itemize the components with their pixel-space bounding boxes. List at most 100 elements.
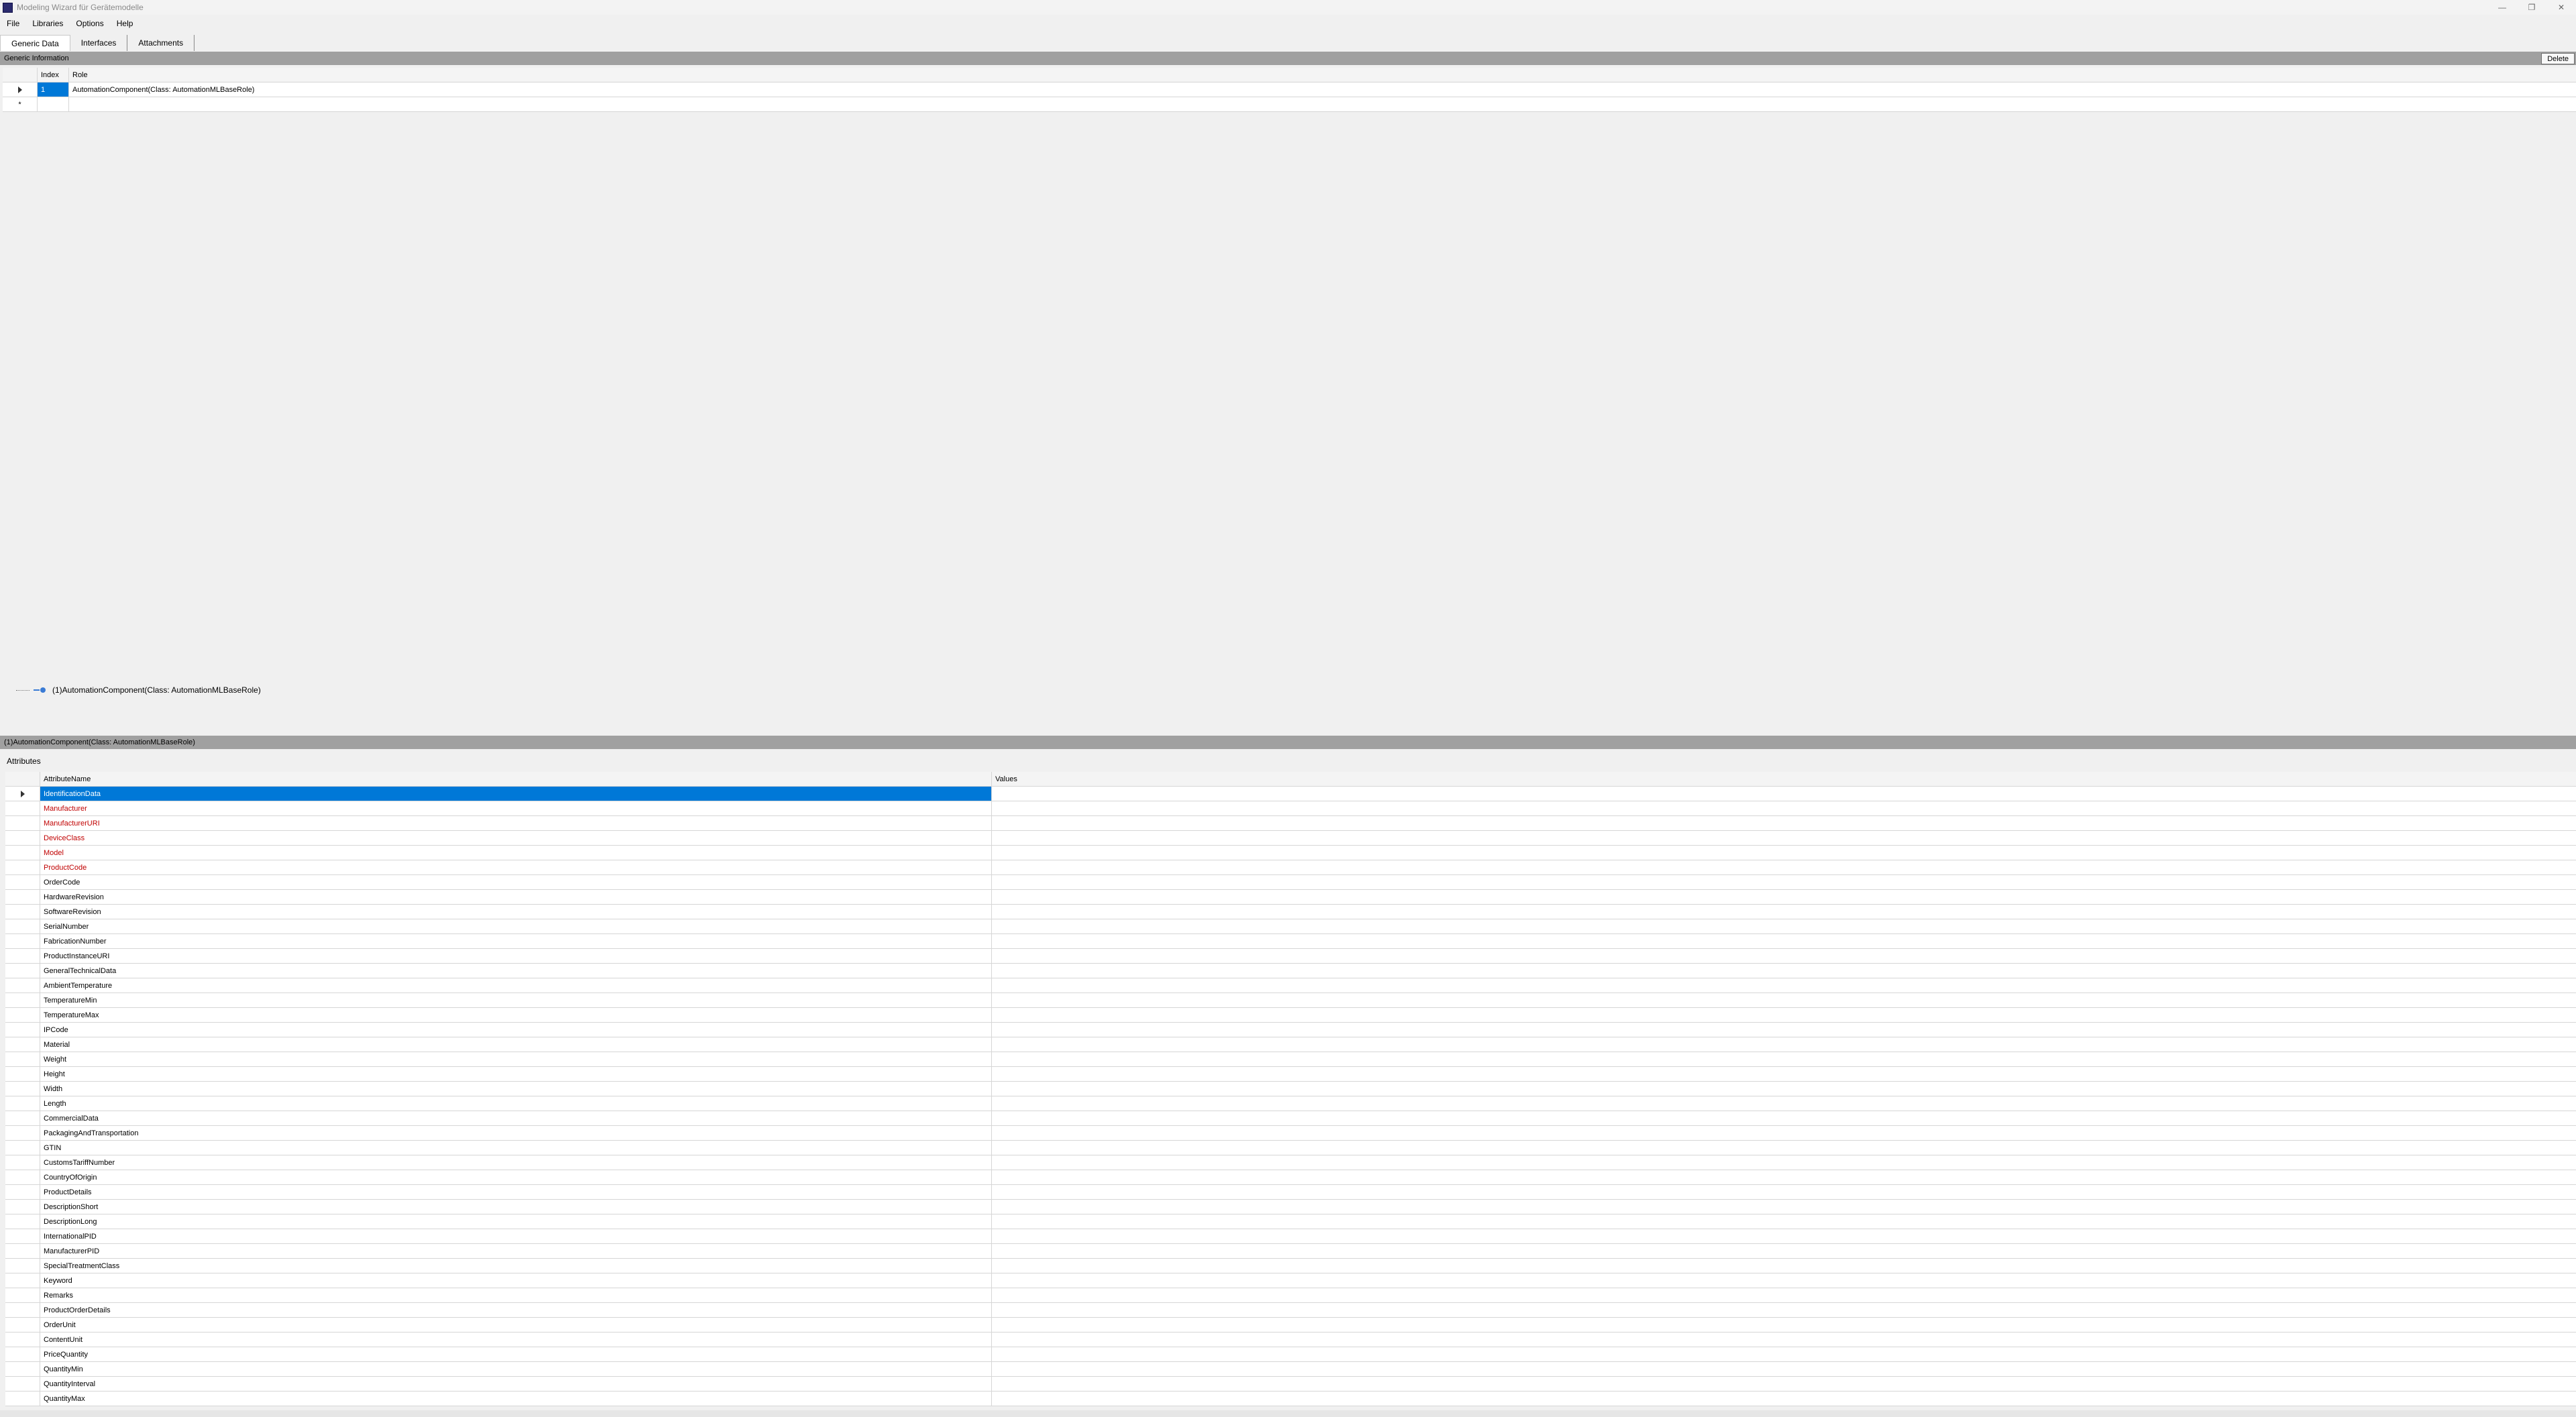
table-row[interactable]: ProductInstanceURI [5,949,2576,964]
table-row[interactable]: Keyword [5,1273,2576,1288]
row-selector[interactable] [5,890,40,904]
index-cell-empty[interactable] [38,97,69,111]
table-row[interactable]: OrderUnit [5,1318,2576,1333]
row-selector[interactable] [5,801,40,815]
table-row[interactable]: Weight [5,1052,2576,1067]
menu-options[interactable]: Options [69,19,109,28]
attribute-value-cell[interactable] [992,1318,2576,1332]
attribute-name-cell[interactable]: Manufacturer [40,801,992,815]
attribute-name-cell[interactable]: QuantityMax [40,1392,992,1406]
attribute-name-cell[interactable]: ProductCode [40,860,992,874]
attribute-name-cell[interactable]: CommercialData [40,1111,992,1125]
row-selector[interactable] [5,934,40,948]
table-row[interactable]: Remarks [5,1288,2576,1303]
attribute-name-cell[interactable]: PriceQuantity [40,1347,992,1361]
row-selector[interactable] [5,1185,40,1199]
attribute-name-cell[interactable]: DeviceClass [40,831,992,845]
row-selector[interactable] [5,860,40,874]
attribute-value-cell[interactable] [992,1362,2576,1376]
table-row[interactable]: ManufacturerURI [5,816,2576,831]
row-selector[interactable] [5,787,40,801]
row-selector[interactable] [5,1244,40,1258]
attribute-name-cell[interactable]: Length [40,1096,992,1111]
attribute-value-cell[interactable] [992,1067,2576,1081]
attribute-value-cell[interactable] [992,1333,2576,1347]
attribute-name-cell[interactable]: CustomsTariffNumber [40,1155,992,1170]
role-cell-empty[interactable] [69,97,2576,111]
attribute-name-cell[interactable]: AmbientTemperature [40,978,992,993]
attribute-name-cell[interactable]: SerialNumber [40,919,992,933]
attribute-value-cell[interactable] [992,1273,2576,1288]
attribute-value-cell[interactable] [992,1229,2576,1243]
row-selector[interactable] [5,1259,40,1273]
row-selector[interactable] [5,1023,40,1037]
table-row[interactable]: TemperatureMax [5,1008,2576,1023]
row-selector[interactable] [5,919,40,933]
row-selector[interactable] [5,1037,40,1052]
row-selector[interactable] [5,993,40,1007]
row-selector[interactable] [5,1067,40,1081]
attribute-value-cell[interactable] [992,1392,2576,1406]
attribute-value-cell[interactable] [992,831,2576,845]
attribute-value-cell[interactable] [992,1244,2576,1258]
row-selector[interactable] [5,1318,40,1332]
table-row[interactable]: PackagingAndTransportation [5,1126,2576,1141]
attribute-value-cell[interactable] [992,1155,2576,1170]
index-cell[interactable]: 1 [38,82,69,97]
row-selector[interactable] [5,816,40,830]
attribute-name-cell[interactable]: ProductDetails [40,1185,992,1199]
table-row[interactable]: DescriptionLong [5,1214,2576,1229]
row-selector[interactable] [5,1288,40,1302]
table-row[interactable]: IdentificationData [5,787,2576,801]
table-row[interactable]: GeneralTechnicalData [5,964,2576,978]
attribute-value-cell[interactable] [992,1214,2576,1229]
table-row[interactable]: ProductOrderDetails [5,1303,2576,1318]
row-selector[interactable] [3,82,38,97]
table-row[interactable]: Width [5,1082,2576,1096]
row-selector[interactable] [5,905,40,919]
attribute-value-cell[interactable] [992,1170,2576,1184]
attribute-name-cell[interactable]: ManufacturerPID [40,1244,992,1258]
tab-attachments[interactable]: Attachments [127,35,195,51]
attribute-name-cell[interactable]: CountryOfOrigin [40,1170,992,1184]
attribute-value-cell[interactable] [992,1111,2576,1125]
attribute-name-cell[interactable]: ContentUnit [40,1333,992,1347]
restore-icon[interactable]: ❐ [2517,0,2546,15]
attribute-value-cell[interactable] [992,1141,2576,1155]
row-selector[interactable] [5,1170,40,1184]
attribute-value-cell[interactable] [992,787,2576,801]
attribute-value-cell[interactable] [992,875,2576,889]
column-header-role[interactable]: Role [69,68,2576,82]
close-icon[interactable]: ✕ [2546,0,2576,15]
attribute-value-cell[interactable] [992,1126,2576,1140]
attribute-value-cell[interactable] [992,1023,2576,1037]
attribute-value-cell[interactable] [992,1288,2576,1302]
row-selector[interactable] [5,831,40,845]
attribute-value-cell[interactable] [992,1008,2576,1022]
attribute-name-cell[interactable]: IdentificationData [40,787,992,801]
table-row[interactable]: TemperatureMin [5,993,2576,1008]
table-row[interactable]: ProductCode [5,860,2576,875]
row-selector[interactable] [5,978,40,993]
row-selector[interactable] [5,1333,40,1347]
table-row[interactable]: 1 AutomationComponent(Class: AutomationM… [3,82,2576,97]
row-selector[interactable] [5,964,40,978]
attribute-name-cell[interactable]: QuantityMin [40,1362,992,1376]
menu-help[interactable]: Help [110,19,139,28]
row-selector[interactable] [5,1303,40,1317]
attribute-value-cell[interactable] [992,1347,2576,1361]
table-row[interactable]: GTIN [5,1141,2576,1155]
attribute-value-cell[interactable] [992,919,2576,933]
table-row[interactable]: ManufacturerPID [5,1244,2576,1259]
attribute-value-cell[interactable] [992,1303,2576,1317]
table-row[interactable]: Height [5,1067,2576,1082]
attribute-value-cell[interactable] [992,1096,2576,1111]
attribute-name-cell[interactable]: ProductOrderDetails [40,1303,992,1317]
table-row[interactable]: FabricationNumber [5,934,2576,949]
attribute-name-cell[interactable]: SoftwareRevision [40,905,992,919]
attribute-value-cell[interactable] [992,934,2576,948]
menu-libraries[interactable]: Libraries [25,19,69,28]
attribute-name-cell[interactable]: FabricationNumber [40,934,992,948]
table-row[interactable]: PriceQuantity [5,1347,2576,1362]
row-selector[interactable] [5,1141,40,1155]
